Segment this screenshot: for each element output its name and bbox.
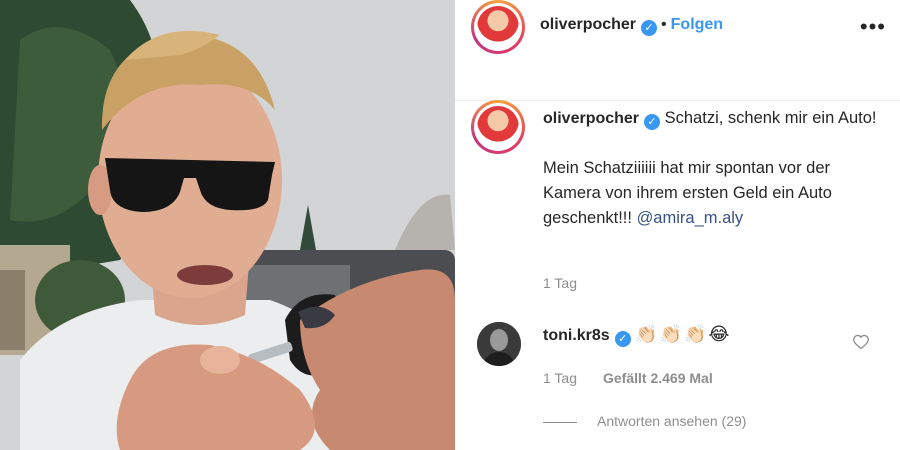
comment-likes[interactable]: Gefällt 2.469 Mal bbox=[603, 370, 713, 386]
commenter-avatar[interactable] bbox=[477, 322, 521, 366]
separator-dot: • bbox=[661, 16, 667, 33]
caption-title: Schatzi, schenk mir ein Auto! bbox=[664, 109, 877, 127]
comment: toni.kr8s ✓ 👏🏻👏🏻👏🏻😂 bbox=[543, 324, 731, 347]
heart-icon[interactable] bbox=[852, 334, 870, 350]
commenter-avatar-image bbox=[477, 322, 521, 366]
verified-badge-icon: ✓ bbox=[614, 331, 631, 347]
video-frame-image bbox=[0, 0, 455, 450]
header-divider bbox=[455, 100, 900, 101]
replies-line bbox=[543, 421, 577, 423]
verified-badge-icon: ✓ bbox=[644, 114, 661, 130]
view-replies-label: Antworten ansehen (29) bbox=[597, 413, 747, 429]
author-avatar[interactable] bbox=[471, 0, 525, 54]
view-replies-button[interactable]: Antworten ansehen (29) bbox=[543, 413, 746, 429]
commenter-username[interactable]: toni.kr8s bbox=[543, 327, 610, 344]
author-avatar-image bbox=[477, 6, 519, 48]
verified-badge-icon: ✓ bbox=[641, 20, 658, 36]
post-sidebar: oliverpocher ✓ • Folgen ••• oliverpocher ✓ S… bbox=[455, 0, 900, 450]
comment-timestamp[interactable]: 1 Tag bbox=[543, 370, 577, 386]
comment-text: 👏🏻👏🏻👏🏻😂 bbox=[635, 324, 732, 345]
post-caption: oliverpocher ✓ Schatzi, schenk mir ein Au… bbox=[543, 106, 883, 231]
caption-timestamp[interactable]: 1 Tag bbox=[543, 275, 577, 291]
post-header: oliverpocher ✓ • Folgen bbox=[540, 16, 723, 36]
caption-username[interactable]: oliverpocher bbox=[543, 110, 639, 127]
caption-mention-link[interactable]: @amira_m.aly bbox=[637, 209, 744, 227]
caption-avatar-image bbox=[477, 106, 519, 148]
post-media[interactable] bbox=[0, 0, 455, 450]
more-options-icon[interactable]: ••• bbox=[860, 14, 886, 40]
author-username[interactable]: oliverpocher bbox=[540, 16, 636, 33]
caption-avatar[interactable] bbox=[471, 100, 525, 154]
follow-button[interactable]: Folgen bbox=[671, 16, 723, 33]
